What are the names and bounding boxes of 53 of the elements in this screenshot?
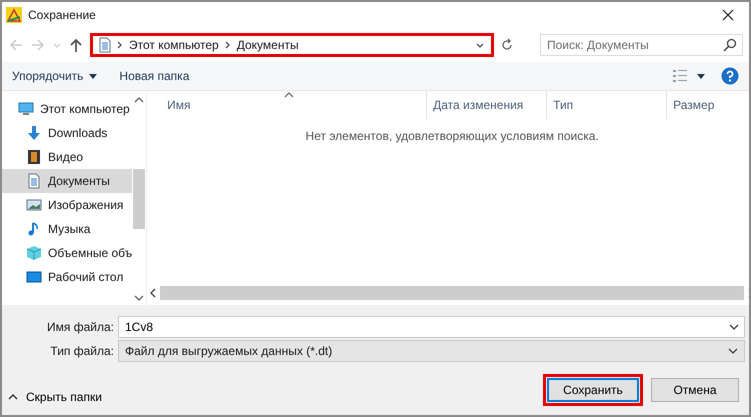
help-icon[interactable] xyxy=(721,67,739,85)
breadcrumb-item[interactable]: Этот компьютер xyxy=(129,38,219,52)
monitor-icon xyxy=(18,101,34,117)
dropdown-triangle-icon xyxy=(89,74,98,78)
empty-message: Нет элементов, удовлетворяющих условиям поиска. xyxy=(306,129,599,143)
document-icon xyxy=(26,173,42,189)
sidebar-item[interactable]: Downloads xyxy=(2,121,132,145)
refresh-icon[interactable] xyxy=(500,38,514,52)
column-header[interactable]: Имя xyxy=(167,91,428,119)
column-header[interactable]: Тип xyxy=(547,91,668,119)
file-type-label: Тип файла: xyxy=(49,344,114,358)
scroll-left-icon[interactable] xyxy=(150,288,156,298)
document-icon xyxy=(99,37,111,53)
sidebar-item[interactable]: Документы xyxy=(2,169,132,193)
breadcrumb-item[interactable]: Документы xyxy=(236,38,299,52)
window-title: Сохранение xyxy=(28,8,97,22)
sidebar-item[interactable]: Изображения xyxy=(2,193,132,217)
image-icon xyxy=(26,197,42,213)
scroll-up-icon[interactable] xyxy=(134,97,144,103)
new-folder-button[interactable]: Новая папка xyxy=(115,67,194,85)
close-icon xyxy=(722,9,734,21)
chevron-right-icon xyxy=(117,41,123,49)
chevron-down-icon[interactable] xyxy=(729,322,739,332)
file-name-label: Имя файла: xyxy=(46,320,114,334)
address-bar[interactable]: Этот компьютер Документы xyxy=(90,33,494,57)
organize-menu-button[interactable]: Упорядочить xyxy=(8,67,102,85)
film-icon xyxy=(26,149,42,165)
column-header[interactable]: Дата изменения xyxy=(427,91,548,119)
sort-ascending-icon xyxy=(284,92,294,98)
cube-icon xyxy=(26,245,42,261)
chevron-up-icon xyxy=(8,394,18,400)
sidebar-item[interactable]: Этот компьютер xyxy=(2,97,132,121)
scrollbar-thumb[interactable] xyxy=(160,286,744,300)
sidebar-item[interactable]: Рабочий стол xyxy=(2,265,132,289)
desktop-icon xyxy=(26,269,42,285)
up-arrow-icon[interactable] xyxy=(68,37,84,53)
scroll-down-icon[interactable] xyxy=(134,295,144,301)
file-type-dropdown[interactable]: Файл для выгружаемых данных (*.dt) xyxy=(118,340,745,362)
app-icon xyxy=(6,7,22,23)
sidebar-item[interactable]: Объемные объ xyxy=(2,241,132,265)
down-arrow-icon xyxy=(26,125,42,141)
chevron-right-icon xyxy=(224,41,231,49)
view-options-button[interactable] xyxy=(673,70,707,82)
cancel-button[interactable]: Отмена xyxy=(651,378,739,402)
chevron-down-icon xyxy=(728,346,738,356)
search-icon xyxy=(723,38,737,52)
sidebar-item[interactable]: Музыка xyxy=(2,217,132,241)
hide-folders-button[interactable]: Скрыть папки xyxy=(8,390,102,404)
column-header[interactable]: Размер xyxy=(667,91,749,119)
search-field[interactable]: Поиск: Документы xyxy=(540,34,743,56)
scrollbar-thumb[interactable] xyxy=(133,169,146,229)
sidebar-item[interactable]: Видео xyxy=(2,145,132,169)
file-name-field[interactable]: 1Cv8 xyxy=(118,316,745,338)
